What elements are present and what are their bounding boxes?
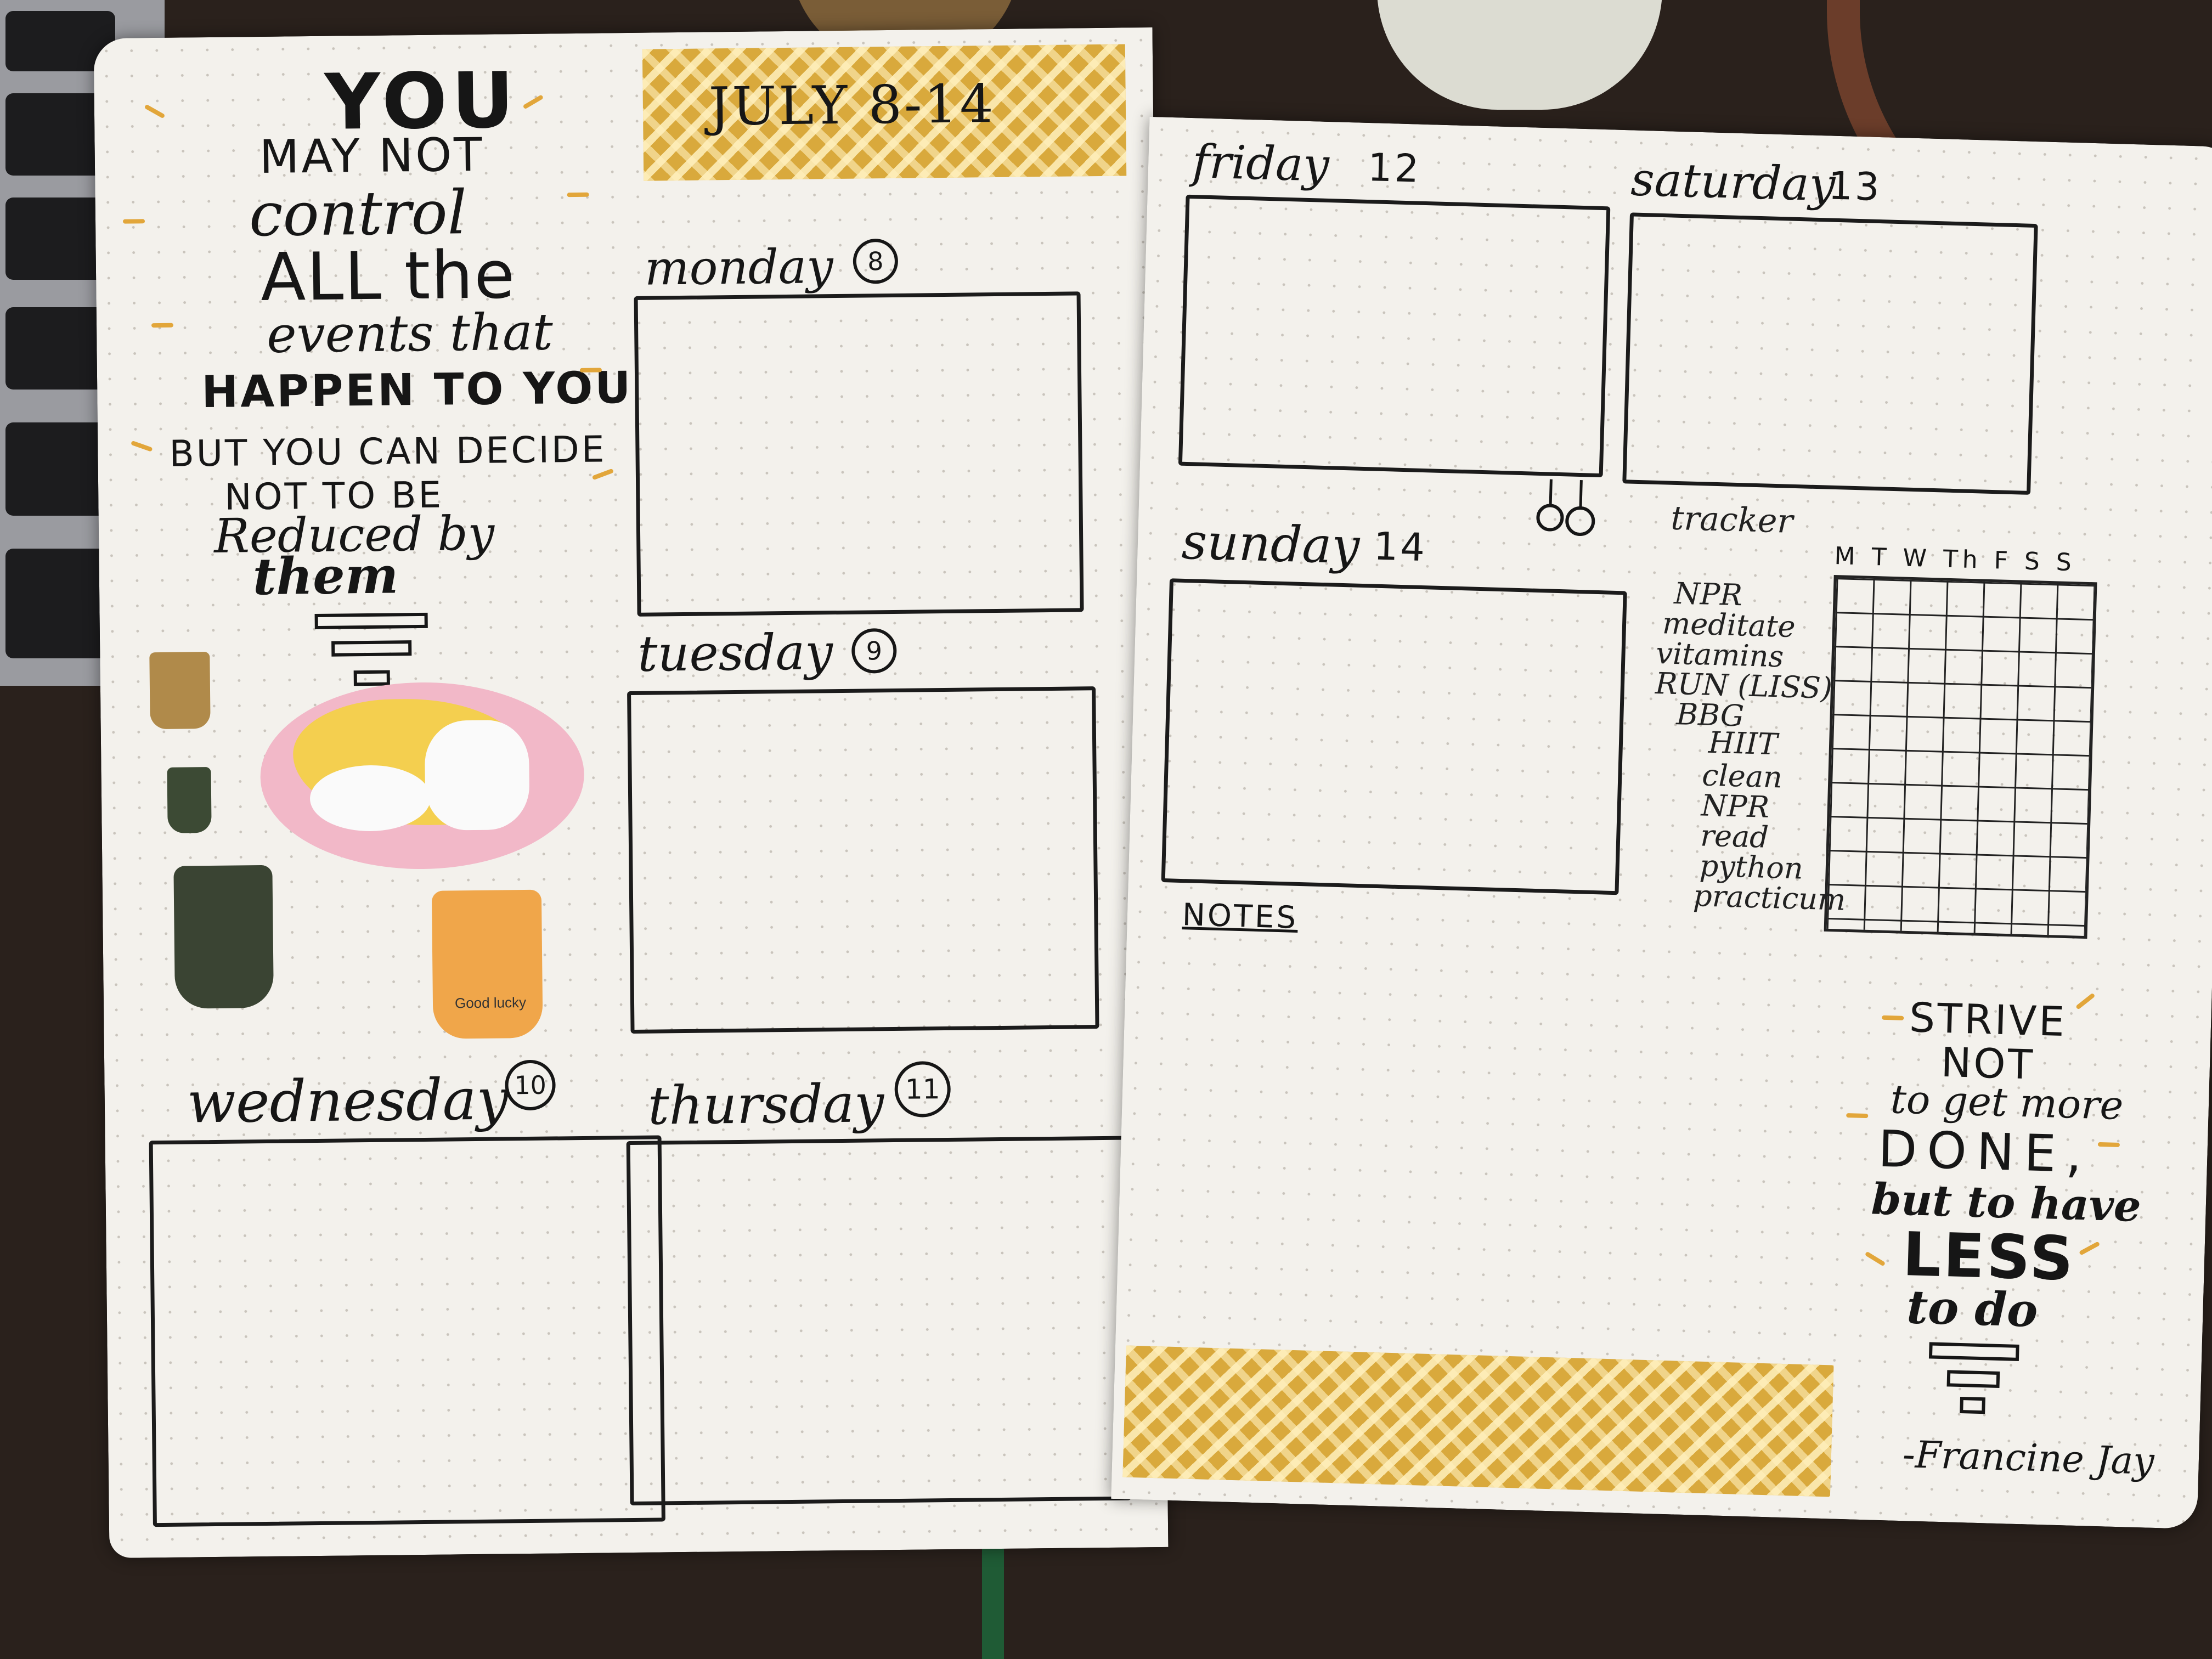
habit-tracker-grid <box>1824 574 2097 939</box>
accent-dash <box>131 440 153 452</box>
day-label-saturday: saturday <box>1630 152 1836 212</box>
habit-label: practicum <box>1692 878 1847 917</box>
quote-attribution: -Francine Jay <box>1901 1433 2155 1483</box>
day-label-wednesday: wednesday <box>187 1065 509 1136</box>
tracker-weekday-header: M T W Th F S S <box>1833 542 2076 577</box>
quote-line: BUT YOU CAN DECIDE <box>169 428 607 475</box>
tracker-title: tracker <box>1670 499 1794 541</box>
sticker-label: Good lucky <box>454 994 527 1012</box>
accent-dash <box>144 104 166 119</box>
accent-dash <box>522 94 544 110</box>
day-box-saturday <box>1622 212 2038 495</box>
quote-line: HAPPEN TO YOU <box>201 362 633 418</box>
notes-label: NOTES <box>1182 897 1299 936</box>
day-box-monday <box>634 291 1084 617</box>
day-box-sunday <box>1161 578 1627 895</box>
day-number-wednesday: 10 <box>505 1059 556 1111</box>
day-label-thursday: thursday <box>647 1073 884 1137</box>
right-page: friday 12 saturday 13 sunday 14 tracker … <box>1111 116 2212 1530</box>
accent-dash <box>2075 992 2096 1010</box>
accent-dash <box>2097 1142 2120 1147</box>
coffee-cup-sticker <box>173 865 274 1009</box>
coffee-cup-sticker <box>167 767 212 833</box>
quote-line: to do <box>1906 1279 2039 1338</box>
footer-washi-tape <box>1122 1345 1834 1497</box>
habit-label: HIIT <box>1708 725 1778 762</box>
quote-line: STRIVE <box>1909 994 2068 1046</box>
quote-line: DONE, <box>1877 1119 2093 1184</box>
day-number-saturday: 13 <box>1827 163 1882 210</box>
quote-line: them <box>252 545 399 607</box>
day-label-tuesday: tuesday <box>637 623 833 683</box>
accent-dash <box>2079 1241 2101 1256</box>
day-number-tuesday: 9 <box>851 628 897 674</box>
quote-line: events that <box>266 302 554 364</box>
lightbulb-doodle <box>1533 479 1600 541</box>
coffee-cup-sticker <box>149 652 211 730</box>
mug <box>1377 0 1662 110</box>
accent-dash <box>567 192 589 198</box>
day-box-wednesday <box>149 1135 665 1527</box>
day-number-thursday: 11 <box>894 1060 951 1118</box>
day-box-thursday <box>626 1136 1132 1506</box>
coffee-cup-sticker: Good lucky <box>431 889 543 1039</box>
white-cat <box>424 719 530 831</box>
day-number-sunday: 14 <box>1373 523 1428 571</box>
accent-dash <box>1846 1113 1869 1119</box>
left-page: JULY 8-14 YOU MAY NOT control ALL the ev… <box>93 27 1169 1559</box>
day-number-friday: 12 <box>1367 145 1422 191</box>
week-range: JULY 8-14 <box>708 72 996 138</box>
day-box-tuesday <box>627 686 1099 1034</box>
header-washi-tape: JULY 8-14 <box>642 44 1127 181</box>
day-number-monday: 8 <box>853 238 899 284</box>
accent-dash <box>151 323 174 328</box>
accent-dash <box>123 219 145 224</box>
accent-dash <box>579 368 602 373</box>
accent-dash <box>1864 1251 1886 1267</box>
left-quote: YOU MAY NOT control ALL the events that … <box>94 27 1153 686</box>
day-label-sunday: sunday <box>1181 512 1361 575</box>
day-label-monday: monday <box>644 239 834 296</box>
day-label-friday: friday <box>1191 134 1330 192</box>
lightbulb-icon <box>1926 1340 2021 1420</box>
day-box-friday <box>1178 194 1611 478</box>
quote-line: MAY NOT <box>259 127 485 184</box>
cats-on-plate-sticker <box>259 680 585 871</box>
accent-dash <box>1882 1015 1904 1020</box>
